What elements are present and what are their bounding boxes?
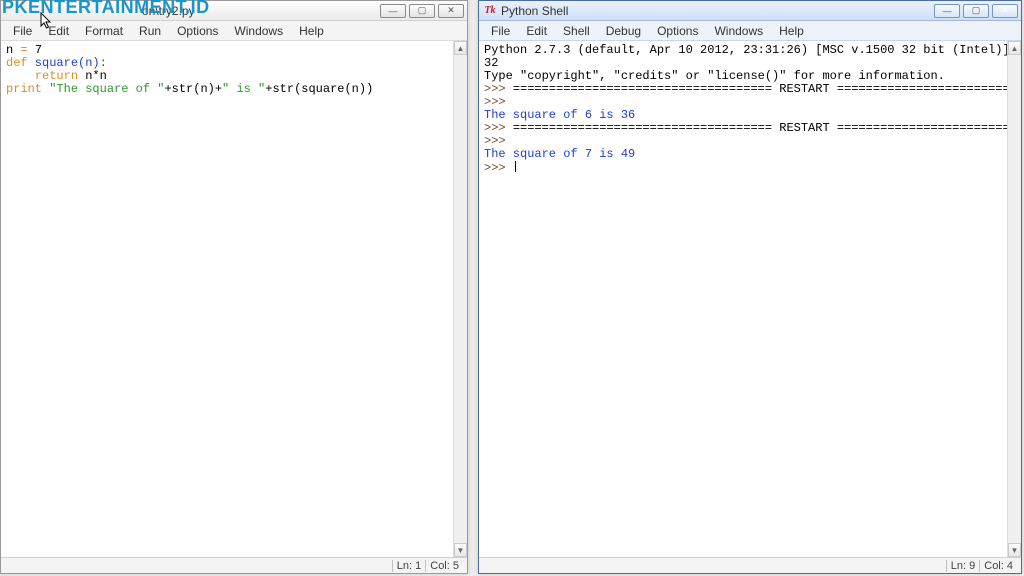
- minimize-button[interactable]: —: [934, 4, 960, 18]
- code-token: [6, 69, 35, 83]
- shell-line: 32: [484, 56, 498, 70]
- shell-line: Type "copyright", "credits" or "license(…: [484, 69, 945, 83]
- close-button[interactable]: ✕: [992, 4, 1018, 18]
- scroll-up-icon[interactable]: ▲: [454, 41, 467, 55]
- scroll-down-icon[interactable]: ▼: [1008, 543, 1021, 557]
- shell-output-line: The square of 6 is 36: [484, 108, 635, 122]
- menu-windows[interactable]: Windows: [226, 22, 291, 40]
- code-token: "The square of ": [49, 82, 164, 96]
- status-line: Ln: 1: [392, 560, 425, 572]
- shell-client: Python 2.7.3 (default, Apr 10 2012, 23:3…: [479, 41, 1021, 557]
- code-token: n*n: [78, 69, 107, 83]
- status-col: Col: 4: [979, 560, 1017, 572]
- editor-scrollbar[interactable]: ▲ ▼: [453, 41, 467, 557]
- menu-format[interactable]: Format: [77, 22, 131, 40]
- status-line: Ln: 9: [946, 560, 979, 572]
- menu-windows[interactable]: Windows: [706, 22, 771, 40]
- scroll-up-icon[interactable]: ▲: [1008, 41, 1021, 55]
- tk-icon: Tk: [483, 4, 497, 18]
- editor-titlebar[interactable]: PKENTERTAINMENT.ID on\try2.py — ▢ ✕: [1, 1, 467, 21]
- menu-file[interactable]: File: [5, 22, 40, 40]
- menu-shell[interactable]: Shell: [555, 22, 598, 40]
- menu-help[interactable]: Help: [771, 22, 812, 40]
- shell-prompt: >>>: [484, 121, 513, 135]
- shell-restart: ==================================== RES…: [513, 82, 1021, 96]
- menu-run[interactable]: Run: [131, 22, 169, 40]
- code-token: return: [35, 69, 78, 83]
- code-token: print: [6, 82, 42, 96]
- shell-restart: ==================================== RES…: [513, 121, 1021, 135]
- scroll-down-icon[interactable]: ▼: [454, 543, 467, 557]
- maximize-button[interactable]: ▢: [963, 4, 989, 18]
- shell-titlebar[interactable]: Tk Python Shell — ▢ ✕: [479, 1, 1021, 21]
- menu-options[interactable]: Options: [649, 22, 706, 40]
- code-token: square(n):: [28, 56, 107, 70]
- editor-window-controls: — ▢ ✕: [380, 4, 464, 18]
- code-token: " is ": [222, 82, 265, 96]
- code-token: def: [6, 56, 28, 70]
- shell-prompt: >>>: [484, 161, 513, 175]
- close-button[interactable]: ✕: [438, 4, 464, 18]
- shell-window-controls: — ▢ ✕: [934, 4, 1018, 18]
- shell-title: Python Shell: [501, 4, 568, 18]
- code-token: +str(n)+: [164, 82, 222, 96]
- minimize-button[interactable]: —: [380, 4, 406, 18]
- menu-file[interactable]: File: [483, 22, 518, 40]
- menu-debug[interactable]: Debug: [598, 22, 649, 40]
- menu-help[interactable]: Help: [291, 22, 332, 40]
- shell-output[interactable]: Python 2.7.3 (default, Apr 10 2012, 23:3…: [479, 41, 1007, 557]
- shell-statusbar: Ln: 9 Col: 4: [479, 557, 1021, 573]
- code-token: +str(square(n)): [265, 82, 373, 96]
- shell-menubar: File Edit Shell Debug Options Windows He…: [479, 21, 1021, 41]
- code-token: 7: [35, 43, 42, 57]
- shell-output-line: The square of 7 is 49: [484, 147, 635, 161]
- shell-scrollbar[interactable]: ▲ ▼: [1007, 41, 1021, 557]
- editor-client: n = 7 def square(n): return n*n print "T…: [1, 41, 467, 557]
- code-token: n: [6, 43, 20, 57]
- shell-prompt: >>>: [484, 134, 513, 148]
- editor-window: PKENTERTAINMENT.ID on\try2.py — ▢ ✕ File…: [0, 0, 468, 574]
- editor-statusbar: Ln: 1 Col: 5: [1, 557, 467, 573]
- editor-menubar: File Edit Format Run Options Windows Hel…: [1, 21, 467, 41]
- code-token: =: [20, 43, 34, 57]
- menu-edit[interactable]: Edit: [40, 22, 77, 40]
- editor-code[interactable]: n = 7 def square(n): return n*n print "T…: [1, 41, 453, 557]
- text-cursor-icon: [515, 161, 516, 172]
- shell-prompt: >>>: [484, 95, 513, 109]
- shell-window: Tk Python Shell — ▢ ✕ File Edit Shell De…: [478, 0, 1022, 574]
- shell-line: Python 2.7.3 (default, Apr 10 2012, 23:3…: [484, 43, 1021, 57]
- maximize-button[interactable]: ▢: [409, 4, 435, 18]
- editor-title-path: on\try2.py: [142, 4, 195, 18]
- shell-prompt: >>>: [484, 82, 513, 96]
- menu-edit[interactable]: Edit: [518, 22, 555, 40]
- status-col: Col: 5: [425, 560, 463, 572]
- menu-options[interactable]: Options: [169, 22, 226, 40]
